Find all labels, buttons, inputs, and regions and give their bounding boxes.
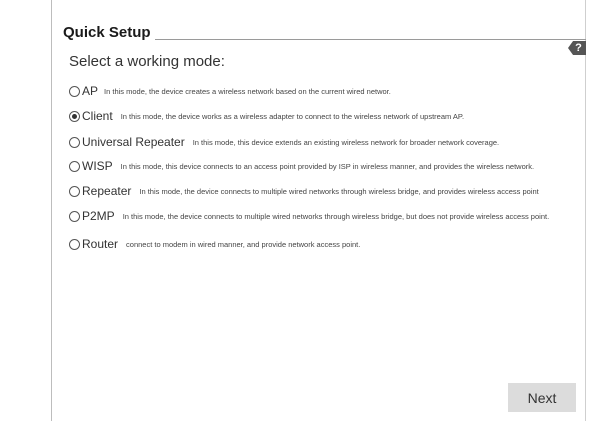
mode-name-wisp: WISP xyxy=(82,159,113,173)
radio-wisp[interactable] xyxy=(69,161,80,172)
panel-right-border xyxy=(585,0,586,421)
mode-desc-client: In this mode, the device works as a wire… xyxy=(120,112,465,121)
mode-desc-p2mp: In this mode, the device connects to mul… xyxy=(122,212,550,221)
panel-left-border xyxy=(51,0,52,421)
radio-p2mp[interactable] xyxy=(69,211,80,222)
mode-option-client[interactable]: Client In this mode, the device works as… xyxy=(69,109,579,123)
mode-desc-router: connect to modem in wired manner, and pr… xyxy=(126,240,361,249)
mode-option-ap[interactable]: AP In this mode, the device creates a wi… xyxy=(69,84,579,98)
radio-client[interactable] xyxy=(69,111,80,122)
radio-universal-repeater[interactable] xyxy=(69,137,80,148)
mode-option-repeater[interactable]: Repeater In this mode, the device connec… xyxy=(69,184,579,198)
mode-option-p2mp[interactable]: P2MP In this mode, the device connects t… xyxy=(69,209,579,223)
quick-setup-header: Quick Setup xyxy=(63,24,586,44)
mode-name-ap: AP xyxy=(82,84,99,98)
radio-ap[interactable] xyxy=(69,86,80,97)
mode-name-repeater: Repeater xyxy=(82,184,132,198)
mode-prompt: Select a working mode: xyxy=(69,53,225,70)
radio-router[interactable] xyxy=(69,239,80,250)
mode-desc-repeater: In this mode, the device connects to mul… xyxy=(139,187,539,196)
mode-name-universal-repeater: Universal Repeater xyxy=(82,135,185,149)
page-title: Quick Setup xyxy=(63,24,155,42)
radio-repeater[interactable] xyxy=(69,186,80,197)
mode-desc-ap: In this mode, the device creates a wirel… xyxy=(104,87,391,96)
mode-option-wisp[interactable]: WISP In this mode, this device connects … xyxy=(69,159,579,173)
mode-option-router[interactable]: Router connect to modem in wired manner,… xyxy=(69,237,579,251)
mode-name-router: Router xyxy=(82,237,119,251)
mode-desc-universal-repeater: In this mode, this device extends an exi… xyxy=(192,138,500,147)
mode-desc-wisp: In this mode, this device connects to an… xyxy=(120,162,535,171)
mode-name-client: Client xyxy=(82,109,113,123)
mode-option-universal-repeater[interactable]: Universal Repeater In this mode, this de… xyxy=(69,135,579,149)
next-button[interactable]: Next xyxy=(508,383,576,412)
mode-name-p2mp: P2MP xyxy=(82,209,115,223)
